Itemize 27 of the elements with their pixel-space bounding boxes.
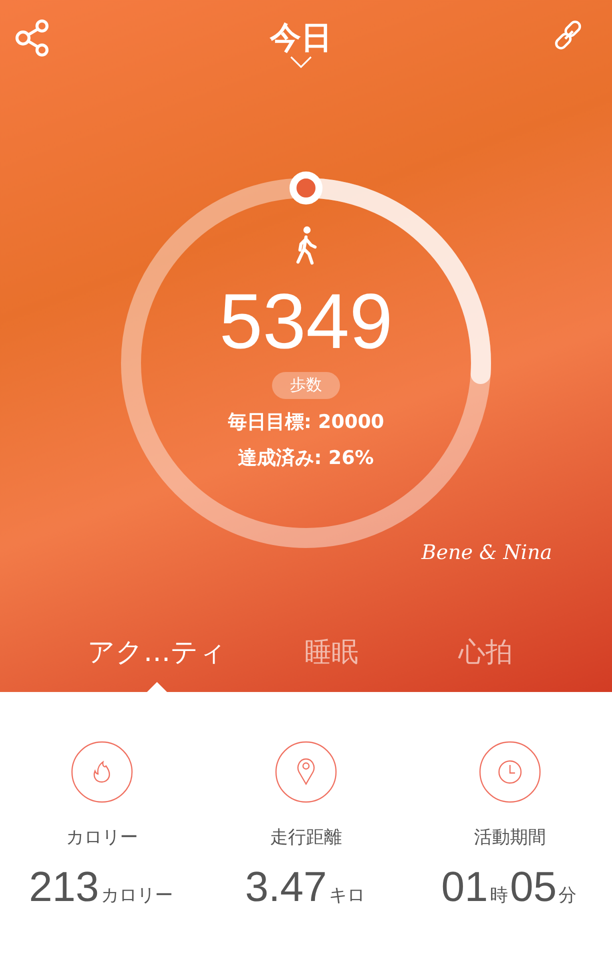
steps-badge: 歩数: [272, 372, 340, 399]
tab[interactable]: アク…ティ: [82, 634, 232, 692]
stat-unit: 時: [490, 884, 508, 907]
tab[interactable]: 睡眠: [276, 634, 386, 692]
location-pin-icon: [275, 741, 337, 803]
share-icon[interactable]: [14, 18, 50, 58]
stat-value: 3.47: [245, 863, 327, 911]
stat-value: 01: [441, 863, 488, 911]
stat-unit: 分: [558, 884, 577, 907]
walking-icon: [294, 226, 318, 266]
chevron-down-icon[interactable]: [290, 56, 312, 68]
stat-value: 213: [28, 863, 100, 911]
stat-unit: キロ: [328, 884, 365, 907]
date-title[interactable]: 今日: [270, 20, 332, 56]
signature-text: Bene & Nina: [422, 540, 552, 564]
achieved-text: 達成済み: 26%: [238, 446, 374, 471]
flame-icon: [71, 741, 133, 803]
stat-label: 走行距離: [270, 826, 342, 849]
stat-label: 活動期間: [474, 826, 546, 849]
clock-icon: [479, 741, 541, 803]
tab[interactable]: 心拍: [430, 634, 540, 692]
stat-value: 05: [510, 863, 557, 911]
daily-goal-text: 毎日目標: 20000: [228, 410, 384, 435]
ring-start-handle[interactable]: [290, 172, 322, 204]
stat-label: カロリー: [66, 826, 138, 849]
stat-unit: カロリー: [101, 884, 174, 907]
step-count: 5349: [219, 276, 393, 366]
